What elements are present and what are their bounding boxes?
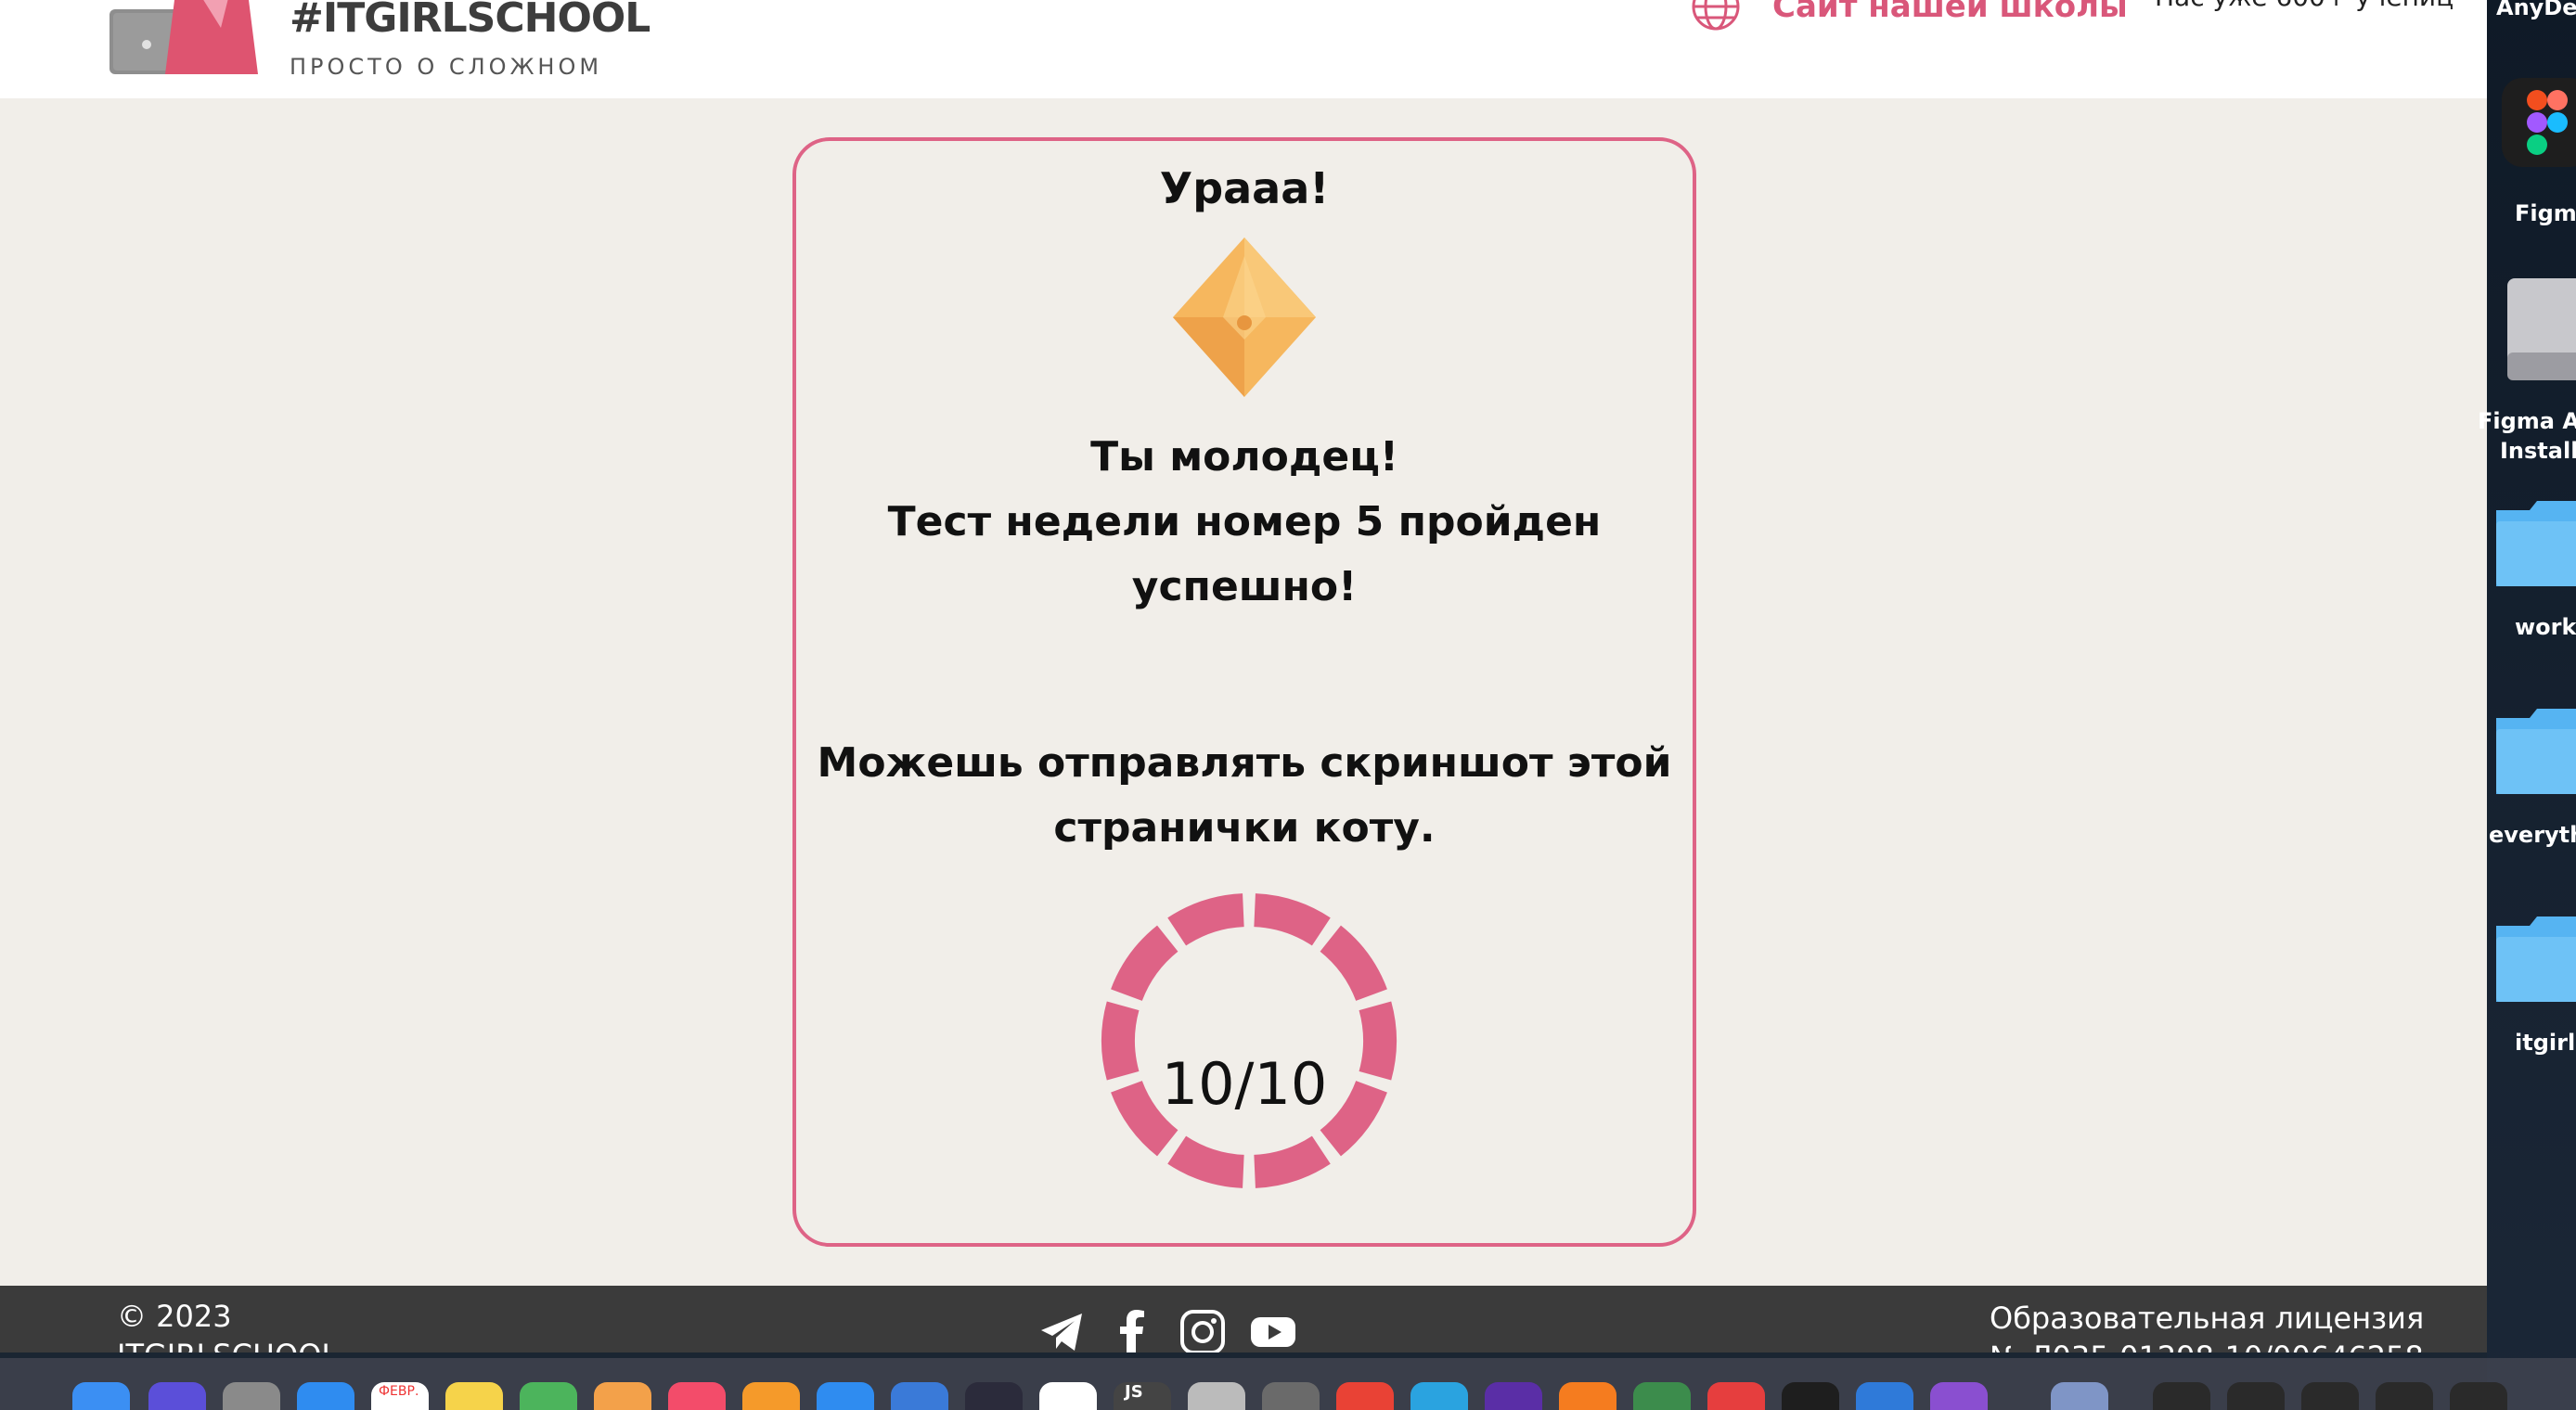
- copyright-brand: ITGIRLSCHOOL: [117, 1338, 338, 1352]
- window-thumbnail[interactable]: [2450, 1382, 2507, 1410]
- app-store-icon[interactable]: [817, 1382, 874, 1410]
- desktop-sidebar: AnyDe Figma Figma Ag Installe works ever…: [2478, 0, 2576, 1410]
- photos-icon[interactable]: [594, 1382, 651, 1410]
- archive-icon[interactable]: [1633, 1382, 1691, 1410]
- success-line: Ты молодец!: [1090, 433, 1398, 481]
- safari-icon[interactable]: [297, 1382, 354, 1410]
- vpn-icon[interactable]: [1188, 1382, 1245, 1410]
- social-links: [1037, 1308, 1297, 1352]
- students-count: Нас уже 600+ учениц: [2155, 0, 2454, 12]
- result-card: Урааа! Ты молодец! Тест недели номер 5 п…: [792, 137, 1696, 1247]
- window-thumbnail[interactable]: [2301, 1382, 2359, 1410]
- vscode-icon[interactable]: [1856, 1382, 1913, 1410]
- js-app-icon[interactable]: JS: [1114, 1382, 1171, 1410]
- xcode-icon[interactable]: [891, 1382, 948, 1410]
- settings-icon[interactable]: [1262, 1382, 1320, 1410]
- share-line: Можешь отправлять скриншот этой: [817, 739, 1672, 787]
- share-line: странички коту.: [1053, 804, 1436, 852]
- license-label: Образовательная лицензия: [1990, 1301, 2425, 1336]
- globe-icon: [1692, 0, 1740, 31]
- browser-page: #ITGIRLSCHOOL ПРОСТО О СЛОЖНОМ Сайт наше…: [0, 0, 2487, 1352]
- siri-icon[interactable]: [148, 1382, 206, 1410]
- firefox-icon[interactable]: [1485, 1382, 1542, 1410]
- maps-icon[interactable]: [520, 1382, 577, 1410]
- success-line: успешно!: [1131, 563, 1358, 610]
- folder-icon[interactable]: [2496, 913, 2576, 1006]
- home-app-icon[interactable]: [1707, 1382, 1765, 1410]
- window-thumbnail[interactable]: [2227, 1382, 2285, 1410]
- site-footer: © 2023 ITGIRLSCHOOL Образовательная лице…: [0, 1286, 2487, 1352]
- browser-icon[interactable]: [1559, 1382, 1616, 1410]
- school-site-label: Сайт нашей школы: [1772, 0, 2128, 25]
- instagram-icon[interactable]: [1179, 1308, 1227, 1352]
- github-icon[interactable]: [1930, 1382, 1988, 1410]
- launchpad-icon[interactable]: [223, 1382, 280, 1410]
- disk-icon[interactable]: [2498, 278, 2576, 390]
- score-segment: [1167, 893, 1245, 946]
- license-number: № Л035-01298-10/00646258: [1990, 1340, 2424, 1352]
- desktop-label: works: [2515, 614, 2576, 640]
- window-thumbnail[interactable]: [2153, 1382, 2210, 1410]
- desktop-label: itgirls: [2515, 1030, 2576, 1056]
- copyright: © 2023: [117, 1299, 232, 1334]
- figma-icon[interactable]: [2502, 78, 2576, 167]
- downloads-icon[interactable]: [2051, 1382, 2108, 1410]
- school-site-link[interactable]: Сайт нашей школы: [1691, 0, 2128, 32]
- window-thumbnail[interactable]: [2376, 1382, 2433, 1410]
- notes-icon[interactable]: [445, 1382, 503, 1410]
- figma-dock-icon[interactable]: [1782, 1382, 1839, 1410]
- chrome-icon[interactable]: [1336, 1382, 1394, 1410]
- desktop-label: Figma Ag: [2478, 408, 2576, 434]
- facebook-icon[interactable]: [1108, 1308, 1156, 1352]
- youtube-icon[interactable]: [1249, 1308, 1297, 1352]
- score-segment: [1253, 893, 1331, 946]
- calendar-icon[interactable]: ФЕВР.: [371, 1382, 429, 1410]
- crystal-icon: [1173, 237, 1316, 397]
- telegram-app-icon[interactable]: [1410, 1382, 1468, 1410]
- slack-icon[interactable]: [1039, 1382, 1097, 1410]
- card-title: Урааа!: [1159, 163, 1330, 213]
- brand-name[interactable]: #ITGIRLSCHOOL: [290, 0, 650, 42]
- music-icon[interactable]: [668, 1382, 726, 1410]
- finder-icon[interactable]: [72, 1382, 130, 1410]
- desktop-label: AnyDe: [2496, 0, 2576, 20]
- desktop-label: Figma: [2515, 200, 2576, 226]
- success-line: Тест недели номер 5 пройден: [887, 498, 1602, 545]
- folder-icon[interactable]: [2496, 705, 2576, 798]
- site-header: #ITGIRLSCHOOL ПРОСТО О СЛОЖНОМ Сайт наше…: [0, 0, 2487, 98]
- books-icon[interactable]: [742, 1382, 800, 1410]
- logo-illustration[interactable]: [109, 0, 271, 78]
- score-segment: [1167, 1135, 1245, 1188]
- score-ring: [1101, 893, 1397, 1188]
- code-editor-icon[interactable]: [965, 1382, 1023, 1410]
- score-value: 10/10: [1161, 1050, 1328, 1118]
- telegram-icon[interactable]: [1037, 1308, 1086, 1352]
- folder-icon[interactable]: [2496, 497, 2576, 590]
- brand-slogan: ПРОСТО О СЛОЖНОМ: [290, 54, 603, 80]
- score-segment: [1320, 925, 1387, 1002]
- desktop-label: Installe: [2500, 438, 2576, 464]
- score-segment: [1253, 1135, 1331, 1188]
- desktop-label: everyth: [2489, 822, 2576, 848]
- score-segment: [1111, 925, 1179, 1002]
- calendar-month: ФЕВР.: [379, 1384, 419, 1399]
- js-label: JS: [1125, 1382, 1143, 1402]
